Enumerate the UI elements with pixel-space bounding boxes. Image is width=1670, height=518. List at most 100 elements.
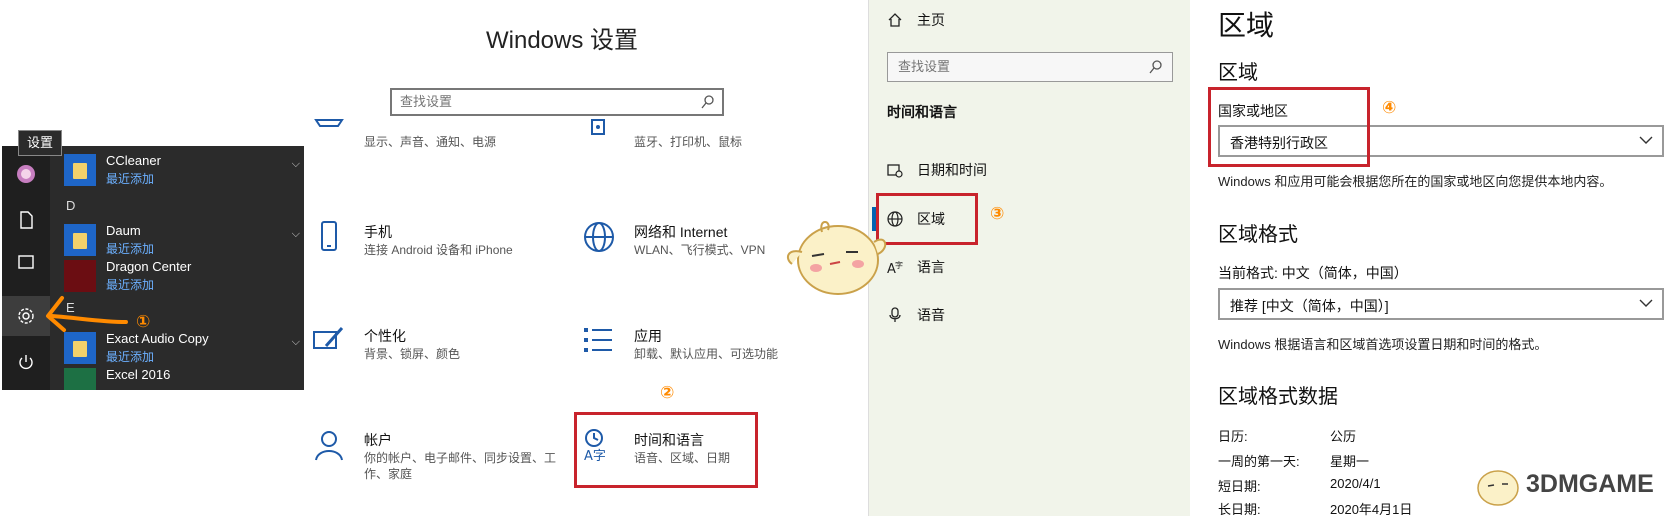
app-name: Daum bbox=[106, 223, 141, 238]
start-rail bbox=[2, 146, 50, 390]
nav-home-label: 主页 bbox=[917, 12, 945, 28]
app-daum[interactable]: Daum 最近添加 ⌵ bbox=[64, 222, 304, 258]
calendar-clock-icon bbox=[887, 164, 903, 178]
page-title: Windows 设置 bbox=[486, 27, 639, 54]
format-data-value: 星期一 bbox=[1330, 454, 1370, 469]
nav-item-language[interactable]: A字 语言 bbox=[887, 256, 945, 278]
section-heading: 区域格式数据 bbox=[1218, 386, 1338, 408]
apps-icon bbox=[584, 328, 612, 352]
power-icon[interactable] bbox=[2, 342, 50, 382]
settings-search-box[interactable] bbox=[390, 88, 724, 116]
search-input[interactable] bbox=[398, 93, 692, 110]
category-description: 卸载、默认应用、可选功能 bbox=[634, 347, 779, 361]
watermark-mascot-icon bbox=[1477, 470, 1519, 506]
app-recent-label: 最近添加 bbox=[106, 278, 155, 292]
format-data-label: 一周的第一天: bbox=[1218, 454, 1300, 469]
pictures-icon[interactable] bbox=[2, 242, 50, 282]
app-recent-label: 最近添加 bbox=[106, 172, 155, 186]
step-1-marker: ① bbox=[136, 312, 151, 331]
format-data-label: 长日期: bbox=[1218, 502, 1261, 517]
app-recent-label: 最近添加 bbox=[106, 242, 155, 256]
format-data-value: 2020/4/1 bbox=[1330, 476, 1381, 491]
mascot-illustration bbox=[786, 221, 887, 295]
nav-item-label: 语音 bbox=[917, 307, 945, 323]
app-recent-label: 最近添加 bbox=[106, 350, 155, 364]
category-description: 连接 Android 设备和 iPhone bbox=[364, 243, 513, 257]
dragon-center-icon bbox=[64, 260, 96, 292]
user-avatar-icon[interactable] bbox=[2, 154, 50, 194]
chevron-down-icon[interactable]: ⌵ bbox=[292, 228, 300, 241]
document-icon[interactable] bbox=[2, 200, 50, 240]
category-title: 应用 bbox=[634, 328, 662, 344]
nav-item-label: 日期和时间 bbox=[917, 162, 987, 178]
category-apps[interactable]: 应用 卸载、默认应用、可选功能 bbox=[582, 324, 822, 384]
app-name: CCleaner bbox=[106, 153, 161, 168]
format-data-label: 短日期: bbox=[1218, 479, 1261, 494]
category-accounts[interactable]: 帐户 你的帐户、电子邮件、同步设置、工作、家庭 bbox=[312, 428, 556, 488]
page-title: 区域 bbox=[1218, 10, 1275, 41]
devices-icon bbox=[591, 119, 605, 135]
settings-gear-icon[interactable] bbox=[2, 296, 50, 336]
step-4-marker: ④ bbox=[1382, 98, 1397, 117]
category-description: 蓝牙、打印机、鼠标 bbox=[634, 135, 743, 149]
app-name: Excel 2016 bbox=[106, 367, 171, 382]
chevron-down-icon[interactable]: ⌵ bbox=[292, 158, 300, 171]
country-help-text: Windows 和应用可能会根据您所在的国家或地区向您提供本地内容。 bbox=[1218, 174, 1613, 189]
section-heading: 区域格式 bbox=[1218, 224, 1298, 246]
app-ccleaner[interactable]: CCleaner 最近添加 ⌵ bbox=[64, 152, 304, 188]
highlight-box-time-language bbox=[574, 412, 758, 488]
nav-item-speech[interactable]: 语音 bbox=[887, 304, 945, 326]
start-menu: CCleaner 最近添加 ⌵ D Daum 最近添加 ⌵ Dragon Cen… bbox=[2, 146, 304, 390]
category-phone[interactable]: 手机 连接 Android 设备和 iPhone bbox=[312, 220, 552, 280]
category-personalization[interactable]: 个性化 背景、锁屏、颜色 bbox=[312, 324, 552, 384]
category-system[interactable]: 显示、声音、通知、电源 bbox=[312, 119, 552, 150]
nav-section-title: 时间和语言 bbox=[887, 104, 957, 120]
svg-text:字: 字 bbox=[895, 260, 903, 270]
account-icon bbox=[315, 431, 343, 461]
category-devices[interactable]: 蓝牙、打印机、鼠标 bbox=[582, 119, 822, 150]
chevron-down-icon bbox=[1639, 299, 1653, 307]
settings-tooltip: 设置 bbox=[18, 130, 62, 156]
format-data-label: 日历: bbox=[1218, 429, 1248, 444]
app-excel-2016[interactable]: Excel 2016 bbox=[64, 366, 304, 390]
section-letter[interactable]: D bbox=[66, 198, 75, 213]
format-data-value: 公历 bbox=[1330, 429, 1357, 444]
chevron-down-icon bbox=[1639, 136, 1653, 144]
phone-icon bbox=[321, 221, 337, 251]
app-dragon-center[interactable]: Dragon Center 最近添加 bbox=[64, 258, 304, 294]
format-data-value: 2020年4月1日 bbox=[1330, 502, 1413, 517]
nav-home[interactable]: 主页 bbox=[887, 9, 945, 31]
folder-icon bbox=[64, 224, 96, 256]
format-help-text: Windows 根据语言和区域首选项设置日期和时间的格式。 bbox=[1218, 337, 1548, 352]
section-letter[interactable]: E bbox=[66, 300, 75, 315]
category-title: 个性化 bbox=[364, 328, 406, 344]
search-icon[interactable] bbox=[1148, 59, 1164, 75]
folder-icon bbox=[64, 332, 96, 364]
category-description: 背景、锁屏、颜色 bbox=[364, 347, 461, 361]
app-exact-audio-copy[interactable]: Exact Audio Copy 最近添加 ⌵ bbox=[64, 330, 304, 366]
search-input[interactable] bbox=[896, 58, 1140, 75]
chevron-down-icon[interactable]: ⌵ bbox=[292, 336, 300, 349]
system-icon bbox=[314, 119, 344, 127]
watermark-text: 3DMGAME bbox=[1526, 470, 1654, 498]
nav-search-box[interactable] bbox=[887, 52, 1173, 82]
settings-nav-pane: 主页 时间和语言 日期和时间 区域 A字 语言 语音 bbox=[868, 0, 1191, 516]
nav-item-label: 语言 bbox=[917, 259, 945, 275]
globe-icon bbox=[584, 222, 614, 252]
category-title: 手机 bbox=[364, 224, 392, 240]
section-heading: 区域 bbox=[1218, 62, 1258, 84]
category-title: 网络和 Internet bbox=[634, 224, 728, 240]
3dmgame-watermark: 3DMGAME bbox=[1468, 460, 1664, 510]
app-name: Exact Audio Copy bbox=[106, 331, 209, 346]
nav-item-date-time[interactable]: 日期和时间 bbox=[887, 159, 987, 181]
home-icon bbox=[888, 13, 902, 27]
app-name: Dragon Center bbox=[106, 259, 192, 274]
format-selected-value: 推荐 [中文（简体，中国）] bbox=[1230, 298, 1389, 314]
search-icon[interactable] bbox=[700, 94, 716, 110]
step-2-marker: ② bbox=[660, 383, 675, 402]
step-3-marker: ③ bbox=[990, 204, 1005, 223]
category-description: 你的帐户、电子邮件、同步设置、工作、家庭 bbox=[364, 451, 557, 481]
format-dropdown[interactable]: 推荐 [中文（简体，中国）] bbox=[1218, 288, 1664, 320]
category-description: 显示、声音、通知、电源 bbox=[364, 135, 497, 149]
category-title: 帐户 bbox=[364, 432, 392, 448]
